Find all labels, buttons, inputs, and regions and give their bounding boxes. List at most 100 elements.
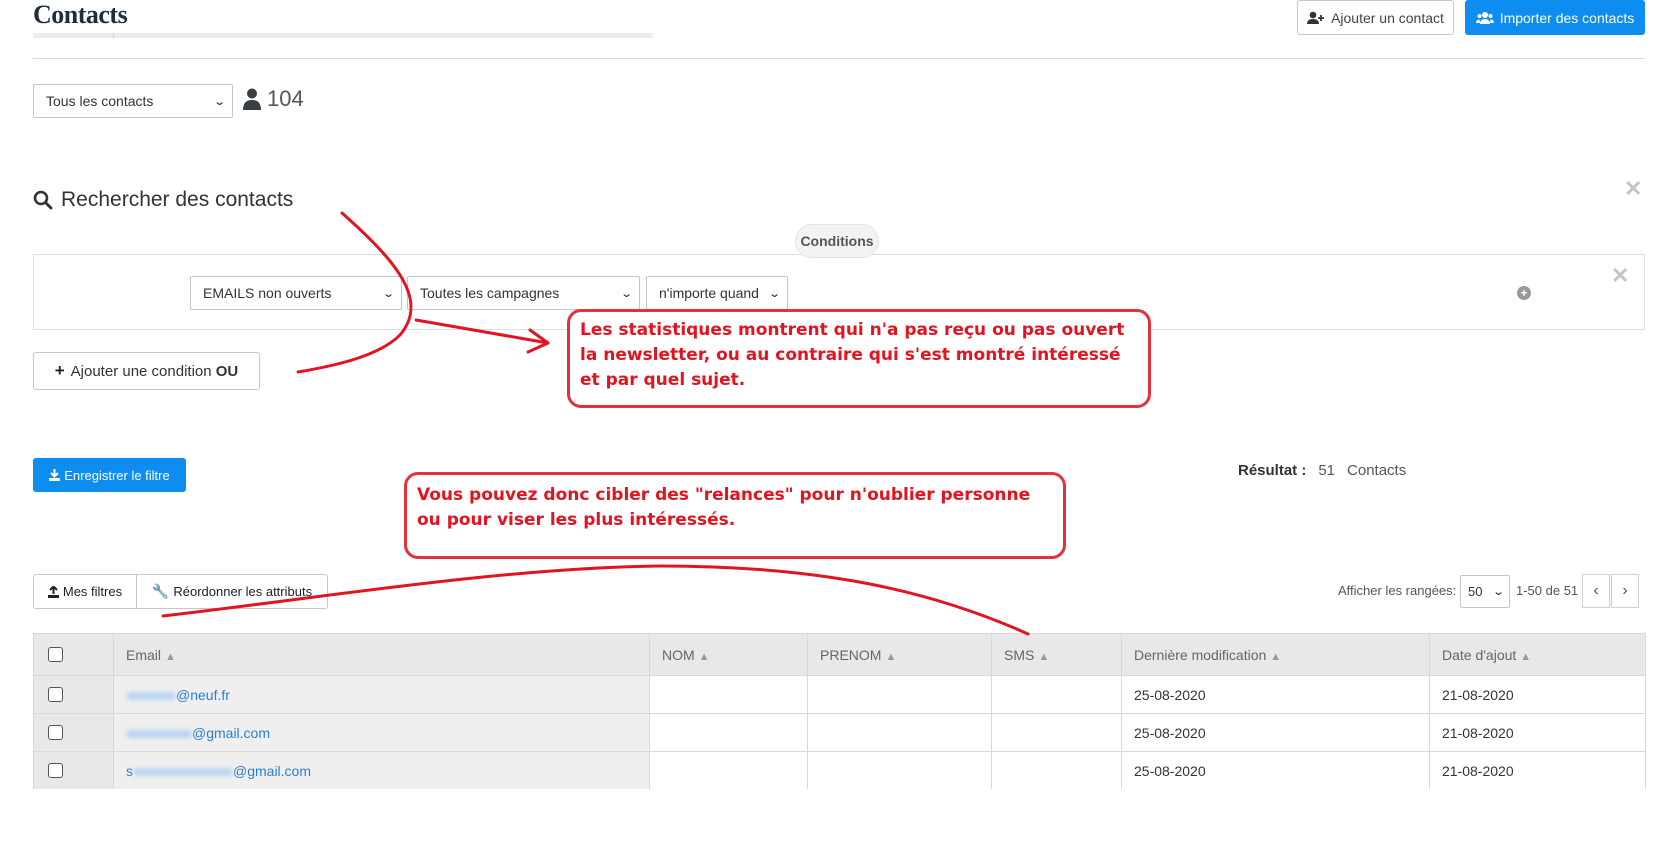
chevron-down-icon: ⌄	[1491, 586, 1505, 598]
prev-page-button[interactable]: ‹	[1582, 574, 1610, 608]
nom-cell	[649, 713, 808, 752]
import-contacts-label: Importer des contacts	[1499, 9, 1635, 26]
upload-icon	[47, 585, 59, 598]
sort-icon: ▲︎	[698, 650, 710, 663]
sms-cell	[991, 751, 1122, 790]
row-select-cell	[33, 713, 114, 752]
contact-list-value: Tous les contacts	[46, 93, 154, 109]
result-count: 51	[1318, 462, 1336, 479]
row-checkbox[interactable]	[48, 725, 63, 740]
contact-list-select[interactable]: Tous les contacts ⌄	[33, 84, 233, 118]
my-filters-button[interactable]: Mes filtres	[33, 574, 137, 609]
annotation-callout-relances: Vous pouvez donc cibler des "relances" p…	[404, 472, 1066, 559]
campaign-value: Toutes les campagnes	[420, 285, 560, 301]
column-header-email[interactable]: Email ▲︎	[113, 633, 650, 676]
remove-condition-group-icon[interactable]: ✕	[1611, 263, 1629, 289]
modified-cell: 25-08-2020	[1121, 751, 1430, 790]
sms-cell	[991, 675, 1122, 714]
row-checkbox[interactable]	[48, 763, 63, 778]
chevron-down-icon: ⌄	[381, 287, 395, 300]
sort-icon: ▲︎	[885, 650, 897, 663]
result-summary: Résultat : 51 Contacts	[1238, 462, 1406, 479]
table-header-row: Email ▲︎ NOM ▲︎ PRENOM ▲︎ SMS ▲︎ Dernière mo…	[33, 633, 1646, 676]
add-user-icon	[1307, 11, 1325, 24]
column-header-nom[interactable]: NOM ▲︎	[649, 633, 808, 676]
chevron-down-icon: ⌄	[619, 287, 633, 300]
row-checkbox[interactable]	[48, 687, 63, 702]
time-range-value: n'importe quand	[659, 285, 759, 301]
result-unit: Contacts	[1347, 462, 1407, 479]
sms-cell	[991, 713, 1122, 752]
sort-icon: ▲︎	[165, 650, 176, 663]
email-cell[interactable]: s @gmail.com	[113, 751, 650, 790]
annotation-callout-statistics: Les statistiques montrent qui n'a pas re…	[567, 309, 1151, 408]
save-filter-label: Enregistrer le filtre	[64, 467, 170, 483]
chevron-down-icon: ⌄	[212, 95, 226, 108]
close-search-icon[interactable]: ✕	[1624, 176, 1642, 202]
next-page-button[interactable]: ›	[1611, 574, 1639, 608]
table-row[interactable]: @neuf.fr 25-08-2020 21-08-2020	[33, 675, 1646, 714]
chevron-down-icon: ⌄	[767, 287, 781, 300]
nom-cell	[649, 751, 808, 790]
redacted-email-part	[126, 691, 176, 700]
contacts-table: Email ▲︎ NOM ▲︎ PRENOM ▲︎ SMS ▲︎ Dernière mo…	[33, 633, 1646, 790]
nom-cell	[649, 675, 808, 714]
table-row[interactable]: s @gmail.com 25-08-2020 21-08-2020	[33, 751, 1646, 790]
result-label: Résultat :	[1238, 462, 1307, 479]
search-title-label: Rechercher des contacts	[61, 188, 294, 211]
save-filter-button[interactable]: Enregistrer le filtre	[33, 458, 186, 492]
column-header-added[interactable]: Date d'ajout ▲︎	[1429, 633, 1646, 676]
sort-icon: ▲︎	[1520, 650, 1532, 663]
column-header-prenom[interactable]: PRENOM ▲︎	[807, 633, 992, 676]
title-underline-bar	[33, 33, 653, 38]
import-contacts-button[interactable]: Importer des contacts	[1465, 0, 1645, 35]
users-icon	[1475, 12, 1494, 24]
contacts-count: 104	[243, 86, 304, 112]
download-icon	[49, 469, 61, 481]
chevron-left-icon: ‹	[1593, 582, 1599, 599]
plus-icon: +	[54, 361, 65, 380]
sort-icon: ▲︎	[1270, 650, 1282, 663]
row-select-cell	[33, 751, 114, 790]
add-contact-button[interactable]: Ajouter un contact	[1297, 0, 1454, 35]
email-cell[interactable]: @gmail.com	[113, 713, 650, 752]
add-condition-icon[interactable]: +	[1517, 286, 1531, 300]
added-cell: 21-08-2020	[1429, 713, 1646, 752]
time-range-select[interactable]: n'importe quand ⌄	[646, 276, 788, 310]
select-all-cell	[33, 633, 114, 676]
pagination-range: 1-50 de 51	[1516, 583, 1579, 598]
row-select-cell	[33, 675, 114, 714]
search-icon	[33, 190, 53, 210]
search-section-title: Rechercher des contacts	[33, 188, 293, 212]
redacted-email-part	[133, 767, 233, 776]
rows-per-page-label: Afficher les rangées:	[1338, 583, 1457, 598]
added-cell: 21-08-2020	[1429, 751, 1646, 790]
modified-cell: 25-08-2020	[1121, 713, 1430, 752]
reorder-attributes-label: Réordonner les attributs	[173, 584, 313, 599]
wrench-icon: 🔧	[151, 583, 170, 599]
added-cell: 21-08-2020	[1429, 675, 1646, 714]
my-filters-label: Mes filtres	[62, 584, 123, 599]
conditions-label: Conditions	[795, 224, 879, 258]
add-or-condition-label: Ajouter une condition OU	[70, 362, 239, 380]
prenom-cell	[807, 713, 992, 752]
rows-per-page-value: 50	[1468, 584, 1483, 599]
select-all-checkbox[interactable]	[48, 647, 63, 662]
redacted-email-part	[126, 729, 192, 738]
campaign-select[interactable]: Toutes les campagnes ⌄	[407, 276, 640, 310]
page-title: Contacts	[33, 0, 128, 29]
header-divider	[33, 58, 1645, 59]
column-header-modified[interactable]: Dernière modification ▲︎	[1121, 633, 1430, 676]
rows-per-page-select[interactable]: 50 ⌄	[1460, 575, 1510, 608]
column-header-sms[interactable]: SMS ▲︎	[991, 633, 1122, 676]
arrowhead-icon	[526, 328, 550, 354]
add-or-condition-button[interactable]: + Ajouter une condition OU	[33, 352, 260, 390]
table-row[interactable]: @gmail.com 25-08-2020 21-08-2020	[33, 713, 1646, 752]
prenom-cell	[807, 751, 992, 790]
email-cell[interactable]: @neuf.fr	[113, 675, 650, 714]
condition-type-value: EMAILS non ouverts	[203, 285, 332, 301]
condition-type-select[interactable]: EMAILS non ouverts ⌄	[190, 276, 402, 310]
reorder-attributes-button[interactable]: 🔧 Réordonner les attributs	[136, 574, 328, 609]
sort-icon: ▲︎	[1038, 650, 1050, 663]
page-bottom-margin	[0, 789, 1665, 845]
